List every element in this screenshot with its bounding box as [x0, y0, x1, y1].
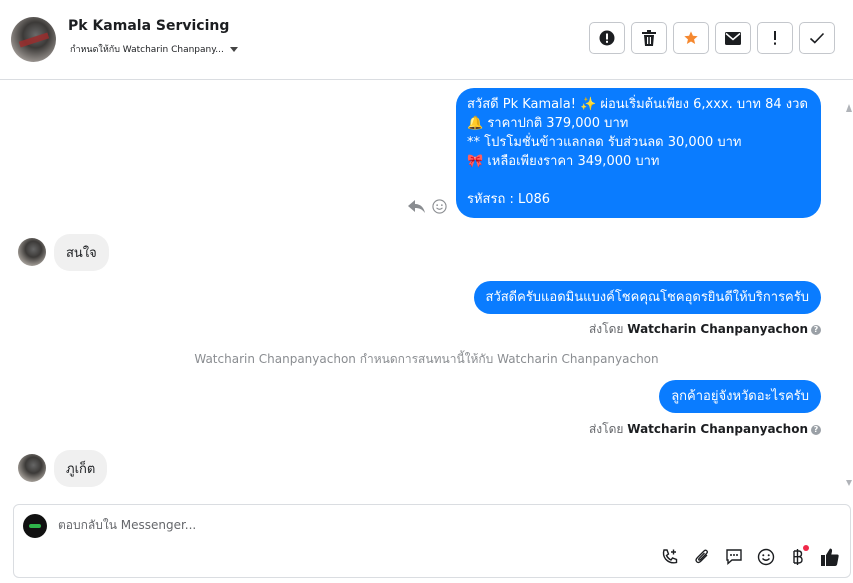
- report-button[interactable]: [589, 22, 625, 54]
- contact-name[interactable]: Pk Kamala Servicing: [68, 18, 229, 34]
- assignee-dropdown[interactable]: กำหนดให้กับ Watcharin Chanpany...: [70, 42, 238, 56]
- help-icon[interactable]: ?: [811, 424, 821, 435]
- message-line: ** โปรโมชั่นข้าวแลกลด รับส่วนลด 30,000 บ…: [467, 135, 742, 150]
- help-icon[interactable]: ?: [811, 324, 821, 335]
- sender-name: Watcharin Chanpanyachon: [627, 422, 808, 436]
- composer-toolbar: [660, 545, 840, 567]
- report-icon: [599, 30, 615, 46]
- saved-reply-button[interactable]: [724, 547, 744, 567]
- sent-by-label: ส่งโดย Watcharin Chanpanyachon?: [589, 420, 821, 439]
- attach-button[interactable]: [692, 547, 712, 567]
- message-line: 🎀 เหลือเพียงราคา 349,000 บาท: [467, 154, 660, 169]
- page-avatar: [23, 514, 47, 538]
- contact-avatar[interactable]: [11, 17, 56, 62]
- like-button[interactable]: [820, 547, 840, 567]
- trash-icon: [642, 30, 656, 46]
- message-hover-actions: [408, 199, 447, 214]
- conversation-header: Pk Kamala Servicing กำหนดให้กับ Watchari…: [0, 0, 853, 80]
- star-button[interactable]: [673, 22, 709, 54]
- check-icon: [809, 32, 825, 44]
- incoming-message[interactable]: สนใจ: [54, 234, 109, 271]
- reply-input[interactable]: [58, 515, 618, 535]
- assignee-label: กำหนดให้กับ Watcharin Chanpany...: [70, 45, 224, 55]
- contact-avatar-small[interactable]: [18, 238, 46, 266]
- message-line: รหัสรถ : L086: [467, 192, 551, 207]
- mark-unread-button[interactable]: [715, 22, 751, 54]
- emoji-button[interactable]: [756, 547, 776, 567]
- chevron-down-icon: [229, 47, 238, 52]
- call-add-icon: [662, 549, 678, 564]
- delete-button[interactable]: [631, 22, 667, 54]
- message-line: [467, 171, 810, 190]
- mark-done-button[interactable]: [799, 22, 835, 54]
- call-add-button[interactable]: [660, 547, 680, 567]
- saved-reply-icon: [726, 549, 742, 566]
- emoji-react-icon[interactable]: [432, 199, 447, 214]
- star-icon: [684, 31, 698, 44]
- message-line: 🔔 ราคาปกติ 379,000 บาท: [467, 116, 629, 131]
- sent-by-prefix: ส่งโดย: [588, 322, 624, 336]
- reply-composer: [13, 504, 851, 578]
- contact-avatar-small[interactable]: [18, 454, 46, 482]
- attachment-icon: [695, 549, 708, 564]
- payment-button[interactable]: [788, 545, 809, 567]
- message-line: สวัสดี Pk Kamala! ✨ ผ่อนเริ่มต้นเพียง 6,…: [467, 97, 808, 112]
- emoji-icon: [757, 548, 775, 566]
- scroll-up-arrow[interactable]: [846, 104, 852, 112]
- outgoing-message[interactable]: ลูกค้าอยู่จังหวัดอะไรครับ: [659, 380, 821, 413]
- scroll-down-arrow[interactable]: [846, 480, 852, 486]
- sent-by-prefix: ส่งโดย: [588, 422, 624, 436]
- conversation-actions: [589, 22, 835, 54]
- like-icon: [821, 548, 839, 566]
- notification-dot: [803, 545, 809, 551]
- sent-by-label: ส่งโดย Watcharin Chanpanyachon?: [589, 320, 821, 339]
- mail-icon: [725, 31, 741, 45]
- outgoing-message[interactable]: สวัสดีครับแอดมินแบงค์โชคคุณโชคอุดรยินดีใ…: [473, 281, 821, 314]
- mark-important-button[interactable]: [757, 22, 793, 54]
- important-icon: [774, 31, 776, 45]
- sender-name: Watcharin Chanpanyachon: [627, 322, 808, 336]
- assignment-notice: Watcharin Chanpanyachon กำหนดการสนทนานี้…: [194, 352, 659, 366]
- outgoing-message[interactable]: สวัสดี Pk Kamala! ✨ ผ่อนเริ่มต้นเพียง 6,…: [456, 88, 821, 218]
- incoming-message[interactable]: ภูเก็ต: [54, 450, 108, 487]
- payment-baht-icon: [793, 549, 803, 565]
- reply-icon[interactable]: [408, 199, 426, 214]
